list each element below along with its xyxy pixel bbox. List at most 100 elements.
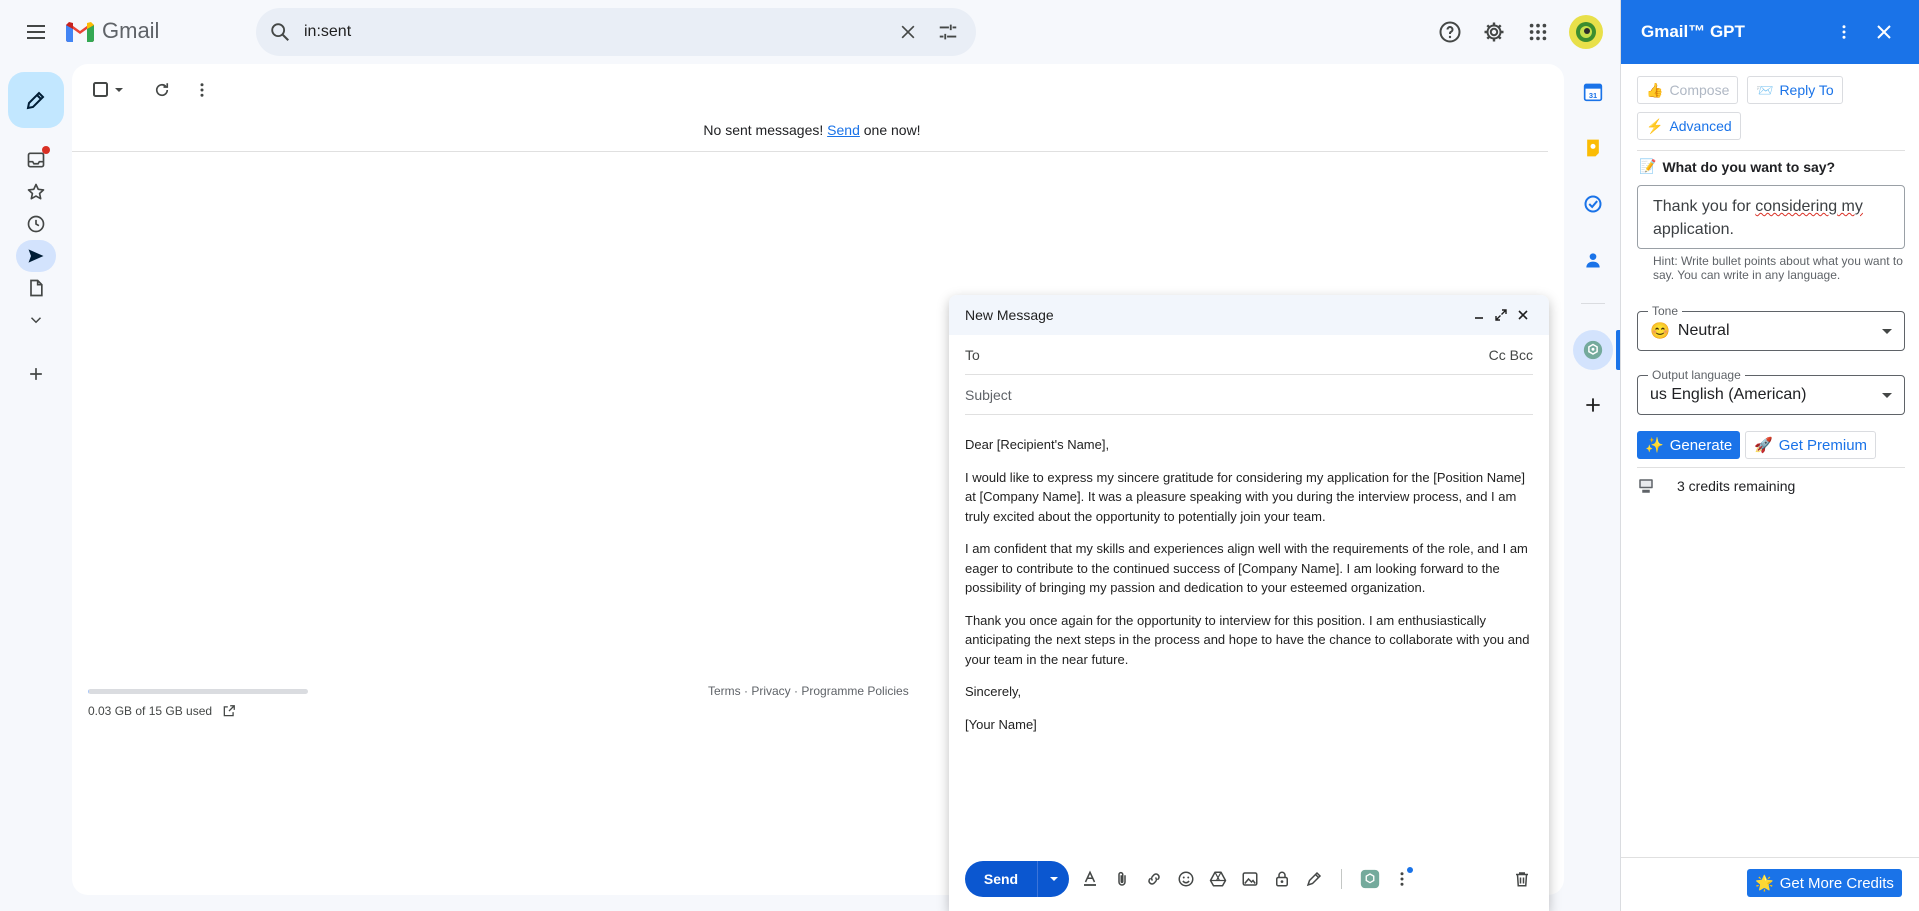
gpt-header: Gmail™ GPT (1621, 0, 1919, 64)
minimize-icon[interactable] (1469, 305, 1489, 325)
tone-select[interactable]: Tone 😊 Neutral (1637, 304, 1905, 351)
compose-header[interactable]: New Message (949, 295, 1549, 335)
compose-title: New Message (965, 307, 1054, 323)
computer-icon (1639, 479, 1653, 493)
footer-separator: · (790, 684, 802, 698)
panel-more-vertical-icon[interactable] (1828, 16, 1860, 48)
get-more-credits-button[interactable]: 🌟 Get More Credits (1747, 869, 1902, 897)
compose-mode-button[interactable]: 👍 Compose (1637, 76, 1739, 104)
send-button-group: Send (965, 861, 1069, 897)
notification-dot (1407, 867, 1413, 873)
calendar-app-icon[interactable]: 31 (1573, 72, 1613, 112)
output-language-value: us English (American) (1650, 386, 1807, 403)
get-addons-plus-icon[interactable] (1573, 385, 1613, 425)
send-link[interactable]: Send (827, 122, 860, 138)
credits-remaining: 3 credits remaining (1677, 478, 1796, 494)
send-options-dropdown[interactable] (1037, 861, 1069, 897)
insert-link-icon[interactable] (1138, 861, 1170, 897)
prompt-text: Thank you for (1653, 198, 1756, 215)
terms-link[interactable]: Terms (708, 684, 741, 698)
contacts-app-icon[interactable] (1573, 240, 1613, 280)
more-compose-options-icon[interactable] (1386, 861, 1418, 897)
gmail-logo[interactable]: Gmail (64, 18, 159, 44)
refresh-icon[interactable] (142, 70, 182, 110)
starred-icon[interactable] (16, 176, 56, 208)
to-field[interactable]: To Cc Bcc (965, 335, 1533, 375)
generate-label: Generate (1669, 436, 1733, 454)
footer-separator: · (740, 684, 752, 698)
search-icon[interactable] (256, 8, 304, 56)
inbox-icon[interactable] (16, 144, 56, 176)
tone-label: Tone (1648, 304, 1683, 318)
confidential-mode-lock-icon[interactable] (1266, 861, 1298, 897)
compose-window: New Message To Cc Bcc Subject Dear [Reci… (949, 295, 1549, 911)
signature-pen-icon[interactable] (1298, 861, 1330, 897)
add-label-plus-icon[interactable] (16, 358, 56, 390)
discard-draft-trash-icon[interactable] (1506, 861, 1538, 897)
sent-icon[interactable] (16, 240, 56, 272)
prompt-hint: Hint: Write bullet points about what you… (1653, 254, 1903, 282)
compose-button[interactable] (8, 72, 64, 128)
generate-button[interactable]: ✨ Generate (1637, 431, 1741, 459)
prompt-text: considering (1755, 198, 1838, 215)
reply-to-button[interactable]: 📨 Reply To (1747, 76, 1843, 104)
empty-state-suffix: one now! (863, 122, 921, 138)
message-body[interactable]: Dear [Recipient's Name], I would like to… (965, 435, 1533, 747)
list-divider (72, 151, 1548, 152)
close-panel-icon[interactable] (1868, 16, 1900, 48)
storage-usage-text: 0.03 GB of 15 GB used (88, 704, 213, 718)
prompt-label: 📝 What do you want to say? (1639, 158, 1835, 175)
advanced-button[interactable]: ⚡ Advanced (1637, 112, 1741, 140)
section-divider (1637, 467, 1905, 468)
insert-photo-icon[interactable] (1234, 861, 1266, 897)
privacy-link[interactable]: Privacy (751, 684, 790, 698)
help-icon[interactable] (1430, 12, 1470, 52)
drafts-icon[interactable] (16, 272, 56, 304)
gmail-m-icon (66, 22, 94, 42)
keep-app-icon[interactable] (1573, 128, 1613, 168)
apps-grid-icon[interactable] (1518, 12, 1558, 52)
close-compose-icon[interactable] (1513, 305, 1533, 325)
cc-bcc-link[interactable]: Cc Bcc (1489, 347, 1533, 363)
main-menu-icon[interactable] (16, 16, 56, 48)
search-bar[interactable]: in:sent (256, 8, 976, 56)
more-options-vertical-icon[interactable] (182, 70, 222, 110)
to-label: To (965, 346, 980, 363)
tasks-app-icon[interactable] (1573, 184, 1613, 224)
select-all-checkbox[interactable] (86, 70, 130, 110)
prompt-text: application. (1653, 221, 1734, 238)
prompt-label-text: What do you want to say? (1662, 158, 1836, 175)
subject-field[interactable]: Subject (965, 375, 1533, 415)
gpt-compose-icon[interactable] (1354, 861, 1386, 897)
body-paragraph: I would like to express my sincere grati… (965, 469, 1525, 524)
body-paragraph: I am confident that my skills and experi… (965, 541, 1528, 595)
search-options-icon[interactable] (928, 12, 968, 52)
gmail-wordmark: Gmail (102, 18, 160, 43)
snoozed-clock-icon[interactable] (16, 208, 56, 240)
search-input[interactable]: in:sent (304, 23, 888, 41)
google-drive-icon[interactable] (1202, 861, 1234, 897)
output-language-label: Output language (1648, 368, 1745, 382)
account-avatar[interactable] (1569, 15, 1603, 49)
formatting-options-icon[interactable] (1074, 861, 1106, 897)
attach-file-icon[interactable] (1106, 861, 1138, 897)
footer-links: Terms · Privacy · Programme Policies (708, 684, 909, 698)
programme-policies-link[interactable]: Programme Policies (801, 684, 908, 698)
settings-gear-icon[interactable] (1474, 12, 1514, 52)
rocket-icon: 🚀 (1754, 437, 1773, 454)
clear-search-icon[interactable] (888, 12, 928, 52)
envelope-icon: 📨 (1756, 81, 1774, 98)
emoji-icon[interactable] (1170, 861, 1202, 897)
storage-bar (88, 689, 308, 694)
full-screen-icon[interactable] (1491, 305, 1511, 325)
more-chevron-down-icon[interactable] (16, 304, 56, 336)
open-external-icon[interactable] (222, 704, 236, 718)
get-premium-button[interactable]: 🚀 Get Premium (1745, 431, 1877, 459)
gpt-side-panel: Gmail™ GPT 👍 Compose 📨 Reply To ⚡ Advanced … (1620, 0, 1919, 911)
gpt-addon-icon[interactable] (1573, 330, 1613, 370)
send-button[interactable]: Send (965, 861, 1037, 897)
output-language-select[interactable]: Output language us English (American) (1637, 368, 1905, 415)
prompt-textarea[interactable]: Thank you for considering my application. (1637, 185, 1905, 249)
memo-icon: 📝 (1639, 158, 1657, 174)
footer-divider (1621, 857, 1919, 858)
